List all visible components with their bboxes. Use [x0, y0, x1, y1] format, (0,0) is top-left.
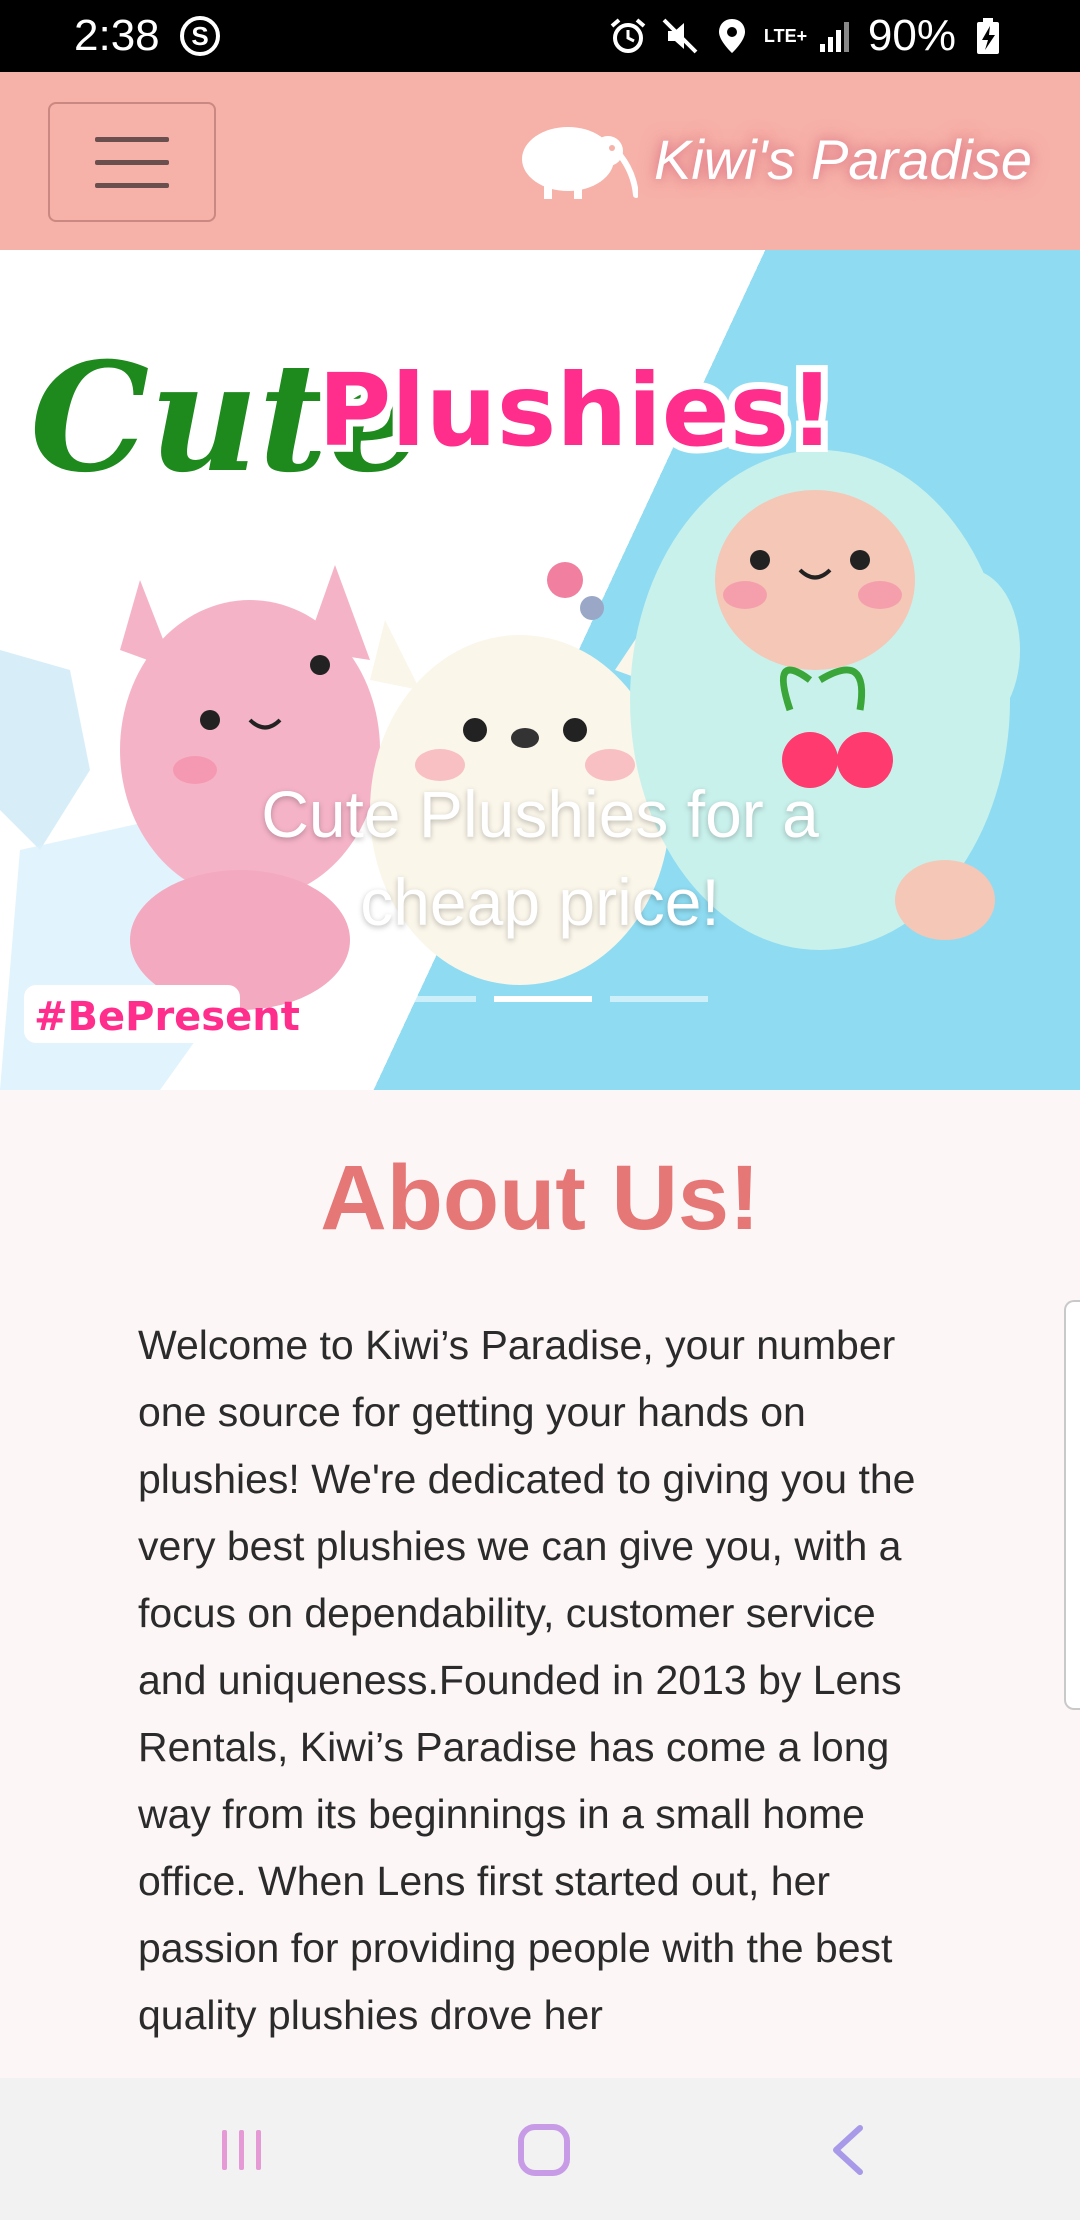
brand-name: Kiwi's Paradise: [654, 127, 1032, 191]
edge-panel-handle[interactable]: [1064, 1300, 1080, 1710]
carousel-indicator-1[interactable]: [378, 996, 476, 1002]
status-icons: LTE+ 90%: [608, 10, 1008, 62]
carousel-indicators: [378, 996, 708, 1004]
back-icon: [833, 2125, 863, 2175]
carousel-caption: Cute Plushies for a cheap price!: [261, 777, 819, 939]
menu-toggle-button[interactable]: [48, 102, 216, 222]
app-notification-icon: S: [180, 16, 220, 56]
back-button[interactable]: [808, 2118, 888, 2182]
kiwi-logo-icon: [522, 127, 639, 199]
system-nav-bar: [0, 2078, 1080, 2220]
about-section: About Us! Welcome to Kiwi’s Paradise, yo…: [0, 1090, 1080, 2080]
carousel-indicator-2[interactable]: [494, 996, 592, 1002]
navbar: Kiwi's Paradise: [0, 72, 1080, 250]
brand-link[interactable]: Kiwi's Paradise: [516, 104, 1032, 214]
location-icon: [718, 19, 745, 53]
recents-button[interactable]: [202, 2118, 282, 2182]
alarm-icon: [610, 18, 646, 53]
home-icon: [518, 2124, 570, 2176]
battery-charging-icon: [977, 18, 999, 54]
about-title: About Us!: [320, 1147, 760, 1249]
banner-title-plushies: Plushies!: [318, 352, 835, 469]
status-time: 2:38: [74, 11, 160, 60]
carousel-indicator-3[interactable]: [610, 996, 708, 1002]
hamburger-line: [95, 182, 169, 188]
lte-indicator: LTE+: [763, 26, 808, 46]
battery-percent: 90%: [867, 11, 956, 60]
banner-hashtag: #BePresent: [34, 994, 300, 1040]
hamburger-line: [95, 159, 169, 165]
home-button[interactable]: [504, 2118, 584, 2182]
status-bar: 2:38 S LTE+ 90%: [0, 0, 1080, 72]
hero-banner-image: Cute Plushies! #BePresent: [0, 330, 1020, 1090]
mute-icon: [662, 18, 698, 54]
recents-icon: [222, 2130, 261, 2170]
hero-carousel[interactable]: Cute Plushies! #BePresent Cute Plushies …: [0, 250, 1080, 1090]
about-body: Welcome to Kiwi’s Paradise, your number …: [138, 1322, 916, 2038]
hamburger-icon: [95, 136, 169, 142]
signal-icon: [819, 22, 849, 52]
